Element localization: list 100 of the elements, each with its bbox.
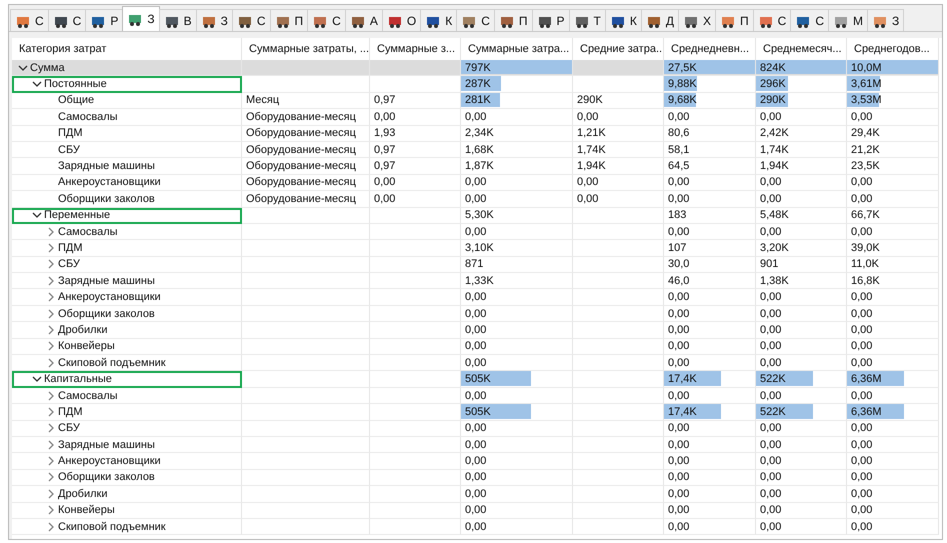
- cell-value: 0,00: [760, 438, 782, 451]
- tree-cell[interactable]: Самосвалы: [12, 109, 242, 126]
- tree-cell[interactable]: Скиповой подъемник: [12, 355, 242, 372]
- cell-value: 0,00: [851, 390, 872, 402]
- tab[interactable]: С: [232, 9, 271, 31]
- tree-cell[interactable]: ПДМ: [12, 240, 242, 257]
- collapse-chevron-icon[interactable]: [30, 374, 44, 384]
- cell-value: 0,00: [668, 356, 690, 369]
- cell-value: 0,00: [465, 226, 486, 238]
- tab[interactable]: П: [494, 9, 532, 31]
- tree-cell[interactable]: Сумма: [12, 60, 242, 76]
- tree-cell[interactable]: ПДМ: [12, 404, 242, 421]
- cell-value: 0,00: [760, 504, 782, 516]
- tree-cell[interactable]: Постоянные: [12, 76, 242, 93]
- tab[interactable]: П: [715, 9, 754, 31]
- tree-cell[interactable]: Капитальные: [12, 371, 242, 388]
- collapse-chevron-icon[interactable]: [30, 79, 44, 90]
- tree-cell[interactable]: Зарядные машины: [12, 436, 242, 454]
- tab[interactable]: С: [456, 9, 495, 31]
- cell-value: 0,00: [465, 471, 486, 484]
- tree-cell[interactable]: Дробилки: [12, 486, 242, 503]
- cell-value: 9,88K: [668, 78, 697, 90]
- tab[interactable]: Д: [640, 9, 679, 31]
- tree-cell[interactable]: Конвейеры: [12, 502, 242, 519]
- cell-value: 17,4K: [668, 406, 697, 418]
- cell-value: 0,00: [760, 340, 782, 352]
- tree-cell[interactable]: Переменные: [12, 208, 242, 224]
- tree-cell[interactable]: Общие: [12, 92, 242, 110]
- cell-value: 901: [760, 258, 778, 270]
- cell-value: 9,68K: [668, 94, 697, 106]
- tree-cell[interactable]: Самосвалы: [12, 388, 242, 404]
- cell-value: Оборудование-месяц: [246, 176, 356, 188]
- cell-value: 1,87K: [465, 160, 494, 172]
- cell-value: 2,42K: [760, 127, 789, 140]
- tree-cell[interactable]: Оборщики заколов: [12, 470, 242, 486]
- tab[interactable]: П: [270, 9, 308, 31]
- tab[interactable]: З: [196, 9, 233, 31]
- tree-cell[interactable]: Оборщики заколов: [12, 306, 242, 322]
- cell-value: 0,00: [465, 504, 486, 516]
- tree-cell[interactable]: Самосвалы: [12, 224, 242, 240]
- tab[interactable]: С: [307, 9, 346, 31]
- tree-cell[interactable]: СБУ: [12, 420, 242, 437]
- cell-value: 64,5: [668, 160, 690, 172]
- row-label: Оборщики заколов: [58, 471, 155, 484]
- tab[interactable]: А: [344, 9, 383, 31]
- tab[interactable]: О: [382, 9, 422, 31]
- cell-value: 1,74K: [577, 144, 606, 156]
- tree-cell[interactable]: Конвейеры: [12, 338, 242, 356]
- tab[interactable]: З: [866, 9, 904, 31]
- cell-value: 0,00: [668, 504, 690, 516]
- cell-value: 0,00: [851, 192, 872, 205]
- cell-value: 0,00: [760, 110, 782, 123]
- tree-cell[interactable]: Скиповой подъемник: [12, 518, 242, 536]
- tree-cell[interactable]: ПДМ: [12, 126, 242, 142]
- tree-cell[interactable]: СБУ: [12, 142, 242, 158]
- cell-value: 0,00: [668, 438, 690, 451]
- cell-value: 27,5K: [668, 62, 697, 74]
- cell-value: 0,00: [465, 110, 486, 123]
- row-label: Самосвалы: [58, 390, 118, 402]
- tree-cell[interactable]: Анкероустановщики: [12, 453, 242, 470]
- cell-value: 2,34K: [465, 127, 494, 140]
- cell-value: 0,00: [851, 488, 872, 500]
- tab[interactable]: Р: [532, 9, 570, 31]
- tab[interactable]: Х: [678, 9, 716, 31]
- tree-cell[interactable]: Зарядные машины: [12, 158, 242, 175]
- cell-value: 3,20K: [760, 242, 789, 254]
- cell-value: 0,00: [760, 192, 782, 205]
- tab[interactable]: Р: [85, 9, 124, 31]
- collapse-chevron-icon[interactable]: [30, 210, 44, 220]
- tab[interactable]: К: [420, 9, 458, 31]
- tree-cell[interactable]: Оборщики заколов: [12, 191, 242, 208]
- tab[interactable]: С: [48, 9, 86, 31]
- tree-cell[interactable]: Анкероустановщики: [12, 174, 242, 192]
- cell-value: 0,00: [465, 422, 486, 434]
- tab[interactable]: Т: [568, 9, 606, 31]
- tab[interactable]: С: [790, 9, 829, 31]
- tab[interactable]: З: [122, 6, 160, 31]
- cell-value: Оборудование-месяц: [246, 160, 356, 172]
- tab[interactable]: С: [752, 9, 792, 31]
- tab[interactable]: В: [158, 9, 197, 31]
- cell-value: 0,00: [851, 438, 872, 451]
- tree-cell[interactable]: СБУ: [12, 256, 242, 274]
- cell-value: 0,00: [760, 324, 782, 336]
- cell-value: 0,97: [374, 160, 396, 172]
- cell-value: 0,00: [760, 422, 782, 434]
- tree-cell[interactable]: Дробилки: [12, 322, 242, 339]
- tree-cell[interactable]: Зарядные машины: [12, 273, 242, 290]
- cell-value: 0,00: [851, 226, 872, 238]
- cell-value: 797K: [465, 62, 491, 74]
- tab[interactable]: К: [604, 9, 642, 31]
- tree-cell[interactable]: Анкероустановщики: [12, 289, 242, 306]
- cell-value: 0,00: [668, 176, 690, 188]
- cell-value: 30,0: [668, 258, 690, 270]
- row-label: Зарядные машины: [58, 274, 155, 287]
- tab[interactable]: М: [828, 9, 868, 31]
- cell-value: Оборудование-месяц: [246, 110, 356, 123]
- collapse-chevron-icon[interactable]: [16, 62, 30, 73]
- cell-value: Месяц: [246, 94, 280, 106]
- tab[interactable]: С: [10, 9, 49, 31]
- cell-value: 0,00: [851, 504, 872, 516]
